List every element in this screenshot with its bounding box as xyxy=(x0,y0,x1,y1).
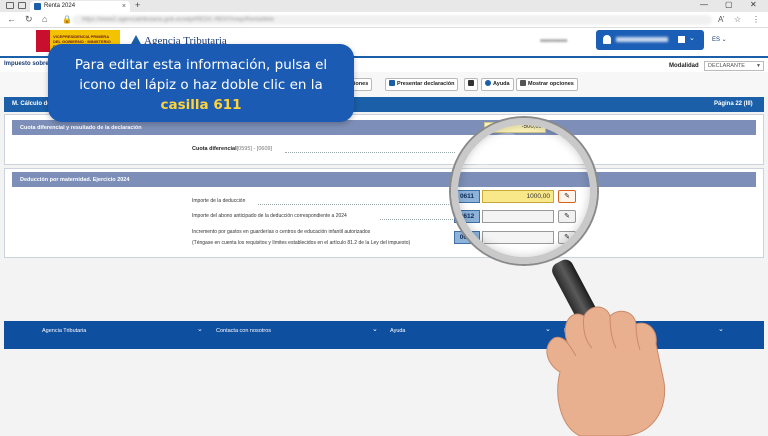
back-icon[interactable]: ← xyxy=(7,14,16,24)
modalidad-value: DECLARANTE xyxy=(708,63,745,69)
user-menu-button[interactable]: ⌄ xyxy=(596,30,704,50)
submit-label: Presentar declaración xyxy=(397,81,455,87)
header-blurred-text: ■■■■■■■■■ xyxy=(540,38,568,44)
lock-icon: 🔒 xyxy=(62,15,72,24)
url-field[interactable]: https://www2.agenciatributaria.gob.es/wl… xyxy=(72,15,712,25)
footer-ayuda[interactable]: Ayuda xyxy=(390,328,406,334)
leader-dots xyxy=(285,152,455,153)
instruction-tooltip: Para editar esta información, pulsa el i… xyxy=(48,44,354,122)
tab-title: Renta 2024 xyxy=(44,3,76,9)
reader-icon[interactable]: A’ xyxy=(718,15,725,24)
options-label: Mostrar opciones xyxy=(528,81,574,87)
tooltip-highlight: casilla 611 xyxy=(160,97,242,113)
back-button[interactable] xyxy=(464,78,478,91)
help-label: Ayuda xyxy=(493,81,510,87)
favorites-icon[interactable]: ☆ xyxy=(734,15,741,24)
back-arrow-icon xyxy=(468,80,474,86)
show-options-button[interactable]: Mostrar opciones xyxy=(516,78,578,91)
row-label-0611: Importe de la deducción xyxy=(192,198,246,204)
row-label-0613: Incremento por gastos en guarderías o ce… xyxy=(192,229,371,235)
modalidad-select[interactable]: DECLARANTE ▼ xyxy=(704,61,764,71)
options-icon xyxy=(520,80,526,86)
chevron-down-icon[interactable]: ⌄ xyxy=(372,325,378,333)
language-selector[interactable]: ES ⌄ xyxy=(712,36,727,43)
new-tab-icon[interactable]: + xyxy=(135,0,140,10)
modalidad-label: Modalidad xyxy=(669,63,699,69)
profile-icon[interactable] xyxy=(6,2,14,9)
select-caret-icon: ▼ xyxy=(756,63,761,69)
tooltip-line-1: Para editar esta información, pulsa el xyxy=(74,57,328,73)
minimize-icon[interactable]: — xyxy=(700,0,708,9)
tab-actions-icon[interactable] xyxy=(18,2,26,9)
cuota-ref: [0595] - [0609] xyxy=(236,146,273,152)
reload-icon[interactable]: ↻ xyxy=(25,14,33,25)
help-icon xyxy=(485,80,491,86)
leader-dots xyxy=(258,204,453,205)
coat-of-arms-icon xyxy=(36,30,50,52)
page-indicator: Página 22 (III) xyxy=(714,101,753,107)
chevron-down-icon[interactable]: ⌄ xyxy=(718,325,724,333)
site-favicon-icon xyxy=(34,3,41,10)
chevron-down-icon: ⌄ xyxy=(689,35,695,42)
row-note-0613: (Téngase en cuenta los requisitos y lími… xyxy=(192,240,411,246)
deduccion-header-title: Deducción por maternidad. Ejercicio 2024 xyxy=(20,177,130,183)
menu-icon[interactable]: ⋮ xyxy=(752,15,760,24)
home-icon[interactable]: ⌂ xyxy=(42,14,47,24)
help-button[interactable]: Ayuda xyxy=(481,78,514,91)
hand-illustration xyxy=(546,306,666,436)
row-label-0612: Importe del abono anticipado de la deduc… xyxy=(192,213,347,219)
close-tab-icon[interactable]: × xyxy=(122,1,126,12)
browser-tab[interactable]: Renta 2024 × xyxy=(30,1,130,12)
submit-declaration-button[interactable]: Presentar declaración xyxy=(385,78,459,91)
user-icon xyxy=(603,35,611,44)
send-icon xyxy=(389,80,395,86)
footer-contacta[interactable]: Contacta con nosotros xyxy=(216,328,271,334)
leader-dots xyxy=(380,219,453,220)
footer-agencia[interactable]: Agencia Tributaria xyxy=(42,328,86,334)
cuota-label-text: Cuota diferencial xyxy=(192,146,237,152)
tooltip-line-2: icono del lápiz o haz doble clic en la xyxy=(79,77,323,93)
cuota-label: Cuota diferencial[0595] - [0609] xyxy=(192,146,272,152)
user-name-redacted xyxy=(616,37,668,42)
chevron-down-icon[interactable]: ⌄ xyxy=(197,325,203,333)
magnifier-lens xyxy=(451,118,597,264)
cuota-header-title: Cuota diferencial y resultado de la decl… xyxy=(20,125,142,131)
maximize-icon[interactable]: ▢ xyxy=(725,0,733,9)
window-close-icon[interactable]: ✕ xyxy=(750,0,757,9)
user-badge-icon xyxy=(678,36,685,43)
